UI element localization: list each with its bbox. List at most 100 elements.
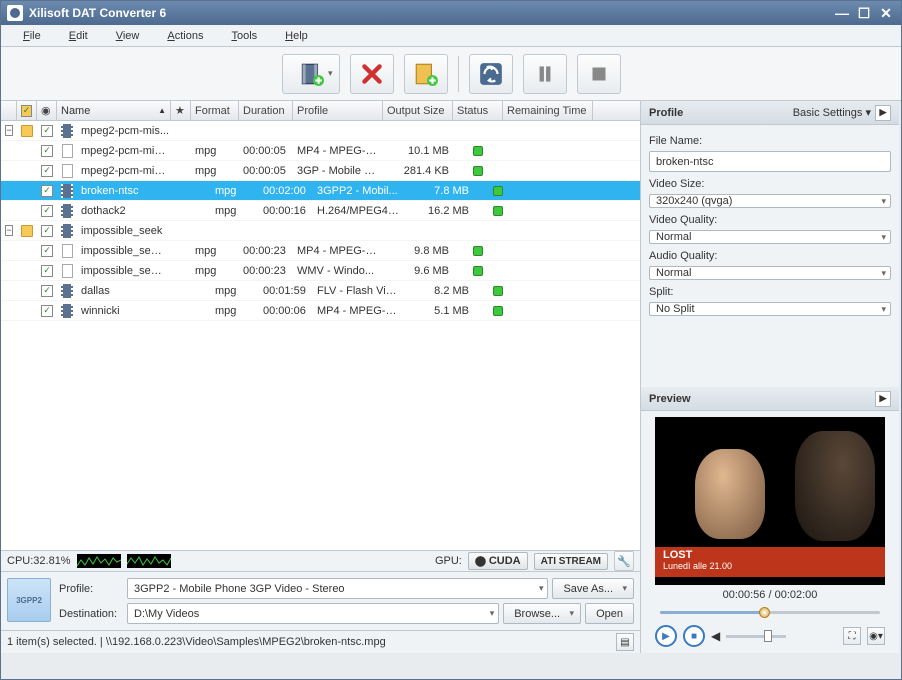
settings-button[interactable]: 🔧 bbox=[614, 551, 634, 571]
row-format: mpg bbox=[211, 205, 259, 217]
list-view-button[interactable]: ▤ bbox=[616, 633, 634, 651]
preview-title: Preview bbox=[649, 393, 691, 405]
table-row[interactable]: ✓broken-ntscmpg00:02:003GPP2 - Mobil...7… bbox=[1, 181, 640, 201]
document-icon bbox=[62, 164, 73, 178]
close-button[interactable]: ✕ bbox=[877, 4, 895, 22]
videoquality-label: Video Quality: bbox=[649, 214, 891, 226]
preview-expand-button[interactable]: ▶ bbox=[875, 391, 891, 407]
profile-combo[interactable]: 3GPP2 - Mobile Phone 3GP Video - Stereo bbox=[127, 578, 548, 599]
col-status[interactable]: Status bbox=[453, 101, 503, 120]
expand-icon[interactable]: − bbox=[5, 125, 13, 136]
volume-icon[interactable]: ◀ bbox=[711, 629, 720, 643]
menu-help[interactable]: Help bbox=[271, 27, 322, 45]
col-output[interactable]: Output Size bbox=[383, 101, 453, 120]
row-profile: 3GP - Mobile P... bbox=[293, 165, 383, 177]
table-row[interactable]: ✓winnickimpg00:00:06MP4 - MPEG-4 ...5.1 … bbox=[1, 301, 640, 321]
table-row[interactable]: ✓impossible_seek...mpg00:00:23WMV - Wind… bbox=[1, 261, 640, 281]
performance-bar: CPU:32.81% GPU: ⬤ CUDA ATI STREAM 🔧 bbox=[1, 550, 640, 572]
snapshot-button[interactable]: ◉▾ bbox=[867, 627, 885, 645]
add-profile-button[interactable] bbox=[404, 54, 448, 94]
profile-title: Profile bbox=[649, 107, 683, 119]
table-row[interactable]: ✓dallasmpg00:01:59FLV - Flash Vid...8.2 … bbox=[1, 281, 640, 301]
preview-header: Preview ▶ bbox=[641, 387, 899, 411]
videoquality-combo[interactable]: Normal bbox=[649, 230, 891, 244]
status-icon bbox=[493, 306, 503, 316]
row-checkbox[interactable]: ✓ bbox=[41, 185, 53, 197]
row-name: mpeg2-pcm-mis... bbox=[77, 145, 171, 157]
fullscreen-button[interactable]: ⛶ bbox=[843, 627, 861, 645]
seek-slider[interactable] bbox=[660, 605, 880, 619]
stop-button[interactable] bbox=[577, 54, 621, 94]
videosize-label: Video Size: bbox=[649, 178, 891, 190]
row-output: 5.1 MB bbox=[403, 305, 473, 317]
col-type[interactable]: ◉ bbox=[37, 101, 57, 120]
play-button[interactable]: ▶ bbox=[655, 625, 677, 647]
save-as-button[interactable]: Save As... bbox=[552, 578, 634, 599]
menu-tools[interactable]: Tools bbox=[217, 27, 271, 45]
list-header: ✓ ◉ Name ▲ ★ Format Duration Profile Out… bbox=[1, 101, 640, 121]
col-duration[interactable]: Duration bbox=[239, 101, 293, 120]
audioquality-combo[interactable]: Normal bbox=[649, 266, 891, 280]
expand-icon[interactable]: − bbox=[5, 225, 13, 236]
convert-button[interactable] bbox=[469, 54, 513, 94]
col-checkbox[interactable]: ✓ bbox=[17, 101, 37, 120]
row-checkbox[interactable]: ✓ bbox=[41, 305, 53, 317]
row-profile: FLV - Flash Vid... bbox=[313, 285, 403, 297]
film-icon bbox=[61, 224, 73, 238]
col-remaining[interactable]: Remaining Time bbox=[503, 101, 593, 120]
remove-button[interactable] bbox=[350, 54, 394, 94]
split-label: Split: bbox=[649, 286, 891, 298]
browse-button[interactable]: Browse... bbox=[503, 603, 581, 624]
maximize-button[interactable]: ☐ bbox=[855, 4, 873, 22]
preview-controls: ▶ ■ ◀ ⛶ ◉▾ bbox=[655, 625, 885, 647]
videosize-combo[interactable]: 320x240 (qvga) bbox=[649, 194, 891, 208]
menu-actions[interactable]: Actions bbox=[153, 27, 217, 45]
row-checkbox[interactable]: ✓ bbox=[41, 265, 53, 277]
col-name[interactable]: Name ▲ bbox=[57, 101, 171, 120]
split-combo[interactable]: No Split bbox=[649, 302, 891, 316]
col-format[interactable]: Format bbox=[191, 101, 239, 120]
stop-preview-button[interactable]: ■ bbox=[683, 625, 705, 647]
menu-edit[interactable]: Edit bbox=[55, 27, 102, 45]
status-icon bbox=[473, 166, 483, 176]
row-checkbox[interactable]: ✓ bbox=[41, 225, 53, 237]
table-row[interactable]: −✓mpeg2-pcm-mis... bbox=[1, 121, 640, 141]
row-output: 9.6 MB bbox=[383, 265, 453, 277]
destination-combo[interactable]: D:\My Videos bbox=[127, 603, 499, 624]
menu-view[interactable]: View bbox=[102, 27, 154, 45]
minimize-button[interactable]: — bbox=[833, 4, 851, 22]
col-expand[interactable] bbox=[1, 101, 17, 120]
row-checkbox[interactable]: ✓ bbox=[41, 245, 53, 257]
add-file-button[interactable] bbox=[282, 54, 340, 94]
preview-video[interactable]: LOST Lunedì alle 21.00 bbox=[655, 417, 885, 585]
table-row[interactable]: − ✓ impossible_seek bbox=[1, 221, 640, 241]
status-icon bbox=[493, 186, 503, 196]
table-row[interactable]: ✓dothack2mpg00:00:16H.264/MPEG4 ...16.2 … bbox=[1, 201, 640, 221]
col-star[interactable]: ★ bbox=[171, 101, 191, 120]
row-name: impossible_seek bbox=[77, 225, 191, 237]
table-row[interactable]: ✓mpeg2-pcm-mis...mpg00:00:05MP4 - MPEG-4… bbox=[1, 141, 640, 161]
row-checkbox[interactable]: ✓ bbox=[41, 145, 53, 157]
row-checkbox[interactable]: ✓ bbox=[41, 205, 53, 217]
row-checkbox[interactable]: ✓ bbox=[41, 165, 53, 177]
row-checkbox[interactable]: ✓ bbox=[41, 285, 53, 297]
film-icon bbox=[61, 204, 73, 218]
row-checkbox[interactable]: ✓ bbox=[41, 125, 53, 137]
table-row[interactable]: ✓impossible_seek...mpg00:00:23MP4 - MPEG… bbox=[1, 241, 640, 261]
preview-banner: LOST Lunedì alle 21.00 bbox=[655, 547, 885, 577]
table-row[interactable]: ✓mpeg2-pcm-mis...mpg00:00:053GP - Mobile… bbox=[1, 161, 640, 181]
row-duration: 00:02:00 bbox=[259, 185, 313, 197]
cuda-badge[interactable]: ⬤ CUDA bbox=[468, 552, 528, 570]
basic-settings-link[interactable]: Basic Settings ▾ bbox=[793, 106, 871, 119]
col-profile[interactable]: Profile bbox=[293, 101, 383, 120]
pause-button[interactable] bbox=[523, 54, 567, 94]
open-button[interactable]: Open bbox=[585, 603, 634, 624]
ati-badge[interactable]: ATI STREAM bbox=[534, 553, 608, 570]
profile-expand-button[interactable]: ▶ bbox=[875, 105, 891, 121]
volume-slider[interactable] bbox=[726, 635, 786, 638]
menu-file[interactable]: File bbox=[9, 27, 55, 45]
row-profile: MP4 - MPEG-4 ... bbox=[293, 245, 383, 257]
filename-input[interactable]: broken-ntsc bbox=[649, 151, 891, 172]
file-list: ✓ ◉ Name ▲ ★ Format Duration Profile Out… bbox=[1, 101, 640, 550]
row-output: 9.8 MB bbox=[383, 245, 453, 257]
